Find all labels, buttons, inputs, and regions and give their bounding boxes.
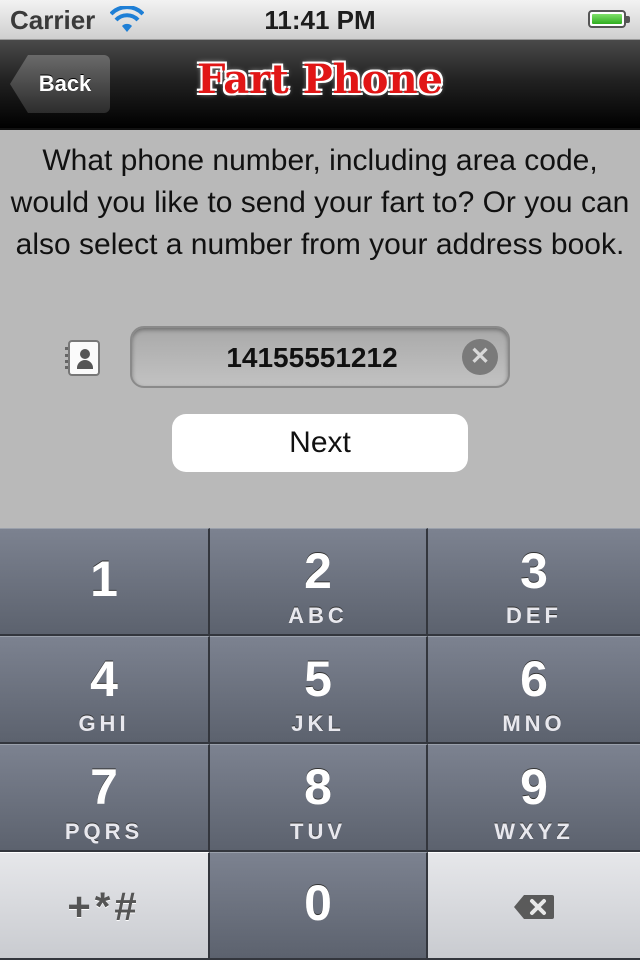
key-7[interactable]: 7 PQRS [0,744,210,852]
key-9[interactable]: 9 WXYZ [428,744,640,852]
key-digit: 5 [304,651,332,707]
key-letters: PQRS [64,819,144,844]
backspace-icon [514,895,554,919]
key-digit: 3 [520,543,548,599]
backspace-key[interactable] [428,852,640,960]
key-4[interactable]: 4 GHI [0,636,210,744]
key-digit: 8 [304,759,332,815]
key-letters: ABC [288,603,348,628]
clear-icon[interactable]: ✕ [462,339,498,375]
key-8[interactable]: 8 TUV [210,744,428,852]
phone-number-input[interactable] [132,328,474,388]
symbols-label: +*# [67,885,141,929]
key-letters: JKL [291,711,345,736]
key-digit: 7 [90,759,118,815]
key-digit: 0 [304,875,332,931]
numeric-keypad: 1 2 ABC 3 DEF 4 GHI 5 JKL 6 MNO 7 PQRS 8… [0,528,640,960]
key-letters: GHI [78,711,130,736]
key-letters: DEF [506,603,562,628]
key-digit: 6 [520,651,548,707]
contacts-icon[interactable] [65,340,100,376]
symbols-key[interactable]: +*# [0,852,210,960]
battery-icon [588,10,630,28]
key-digit: 9 [520,759,548,815]
key-1[interactable]: 1 [0,528,210,636]
key-digit: 2 [304,543,332,599]
instruction-text: What phone number, including area code, … [10,144,630,261]
key-letters: WXYZ [494,819,574,844]
key-2[interactable]: 2 ABC [210,528,428,636]
page-title: Fart Phone [197,56,443,103]
key-0[interactable]: 0 [210,852,428,960]
key-6[interactable]: 6 MNO [428,636,640,744]
next-button[interactable]: Next [172,414,468,472]
status-time: 11:41 PM [264,5,376,35]
phone-field[interactable]: ✕ [130,326,510,388]
status-bar: Carrier 11:41 PM [0,0,640,40]
key-letters: MNO [502,711,566,736]
key-5[interactable]: 5 JKL [210,636,428,744]
key-letters: TUV [290,819,346,844]
key-3[interactable]: 3 DEF [428,528,640,636]
key-digit: 1 [90,551,118,607]
key-digit: 4 [90,651,118,707]
navigation-bar: Back Fart Phone [0,40,640,130]
main-content: What phone number, including area code, … [0,130,640,528]
